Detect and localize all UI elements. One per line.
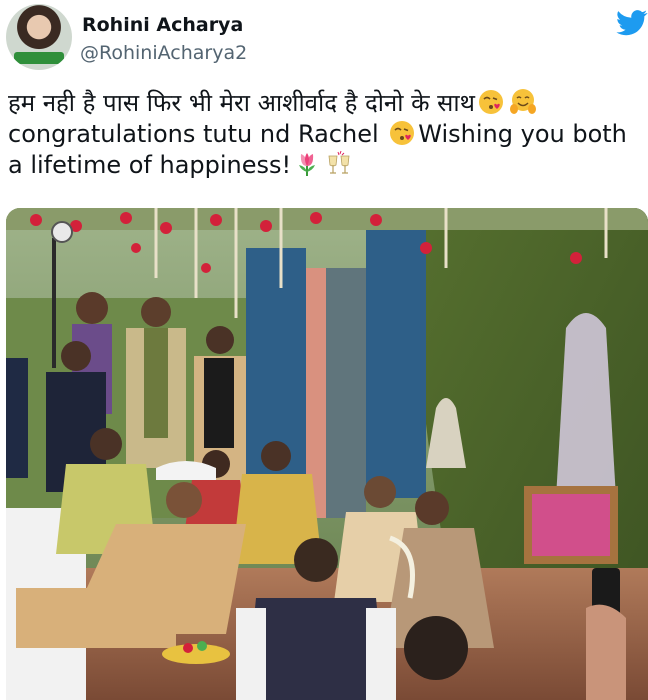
author-handle[interactable]: @RohiniAcharya2 (80, 42, 247, 64)
hugging-face-icon (509, 89, 536, 114)
tweet-card: Rohini Acharya @RohiniAcharya2 हम नही है… (0, 0, 648, 700)
wedding-photo-illustration (6, 208, 648, 700)
tweet-line-3: a lifetime of happiness! (8, 150, 644, 181)
tweet-text-hindi: हम नही है पास फिर भी मेरा आशीर्वाद है दो… (8, 89, 475, 117)
tweet-text-wishing: Wishing you both (418, 120, 627, 148)
tweet-text-happiness: a lifetime of happiness! (8, 151, 292, 179)
clinking-glasses-icon (328, 150, 350, 174)
tweet-text-congrats: congratulations tutu nd Rachel (8, 120, 387, 148)
tulip-icon (299, 153, 316, 176)
wedding-photo[interactable] (6, 208, 648, 700)
twitter-bird-icon[interactable] (616, 10, 648, 36)
face-blowing-kiss-icon (478, 90, 503, 114)
tweet-text: हम नही है पास फिर भी मेरा आशीर्वाद है दो… (8, 88, 644, 181)
tweet-line-2: congratulations tutu nd Rachel Wishing y… (8, 119, 644, 150)
author-avatar[interactable] (6, 4, 72, 70)
tweet-line-1: हम नही है पास फिर भी मेरा आशीर्वाद है दो… (8, 88, 644, 119)
face-blowing-kiss-icon (390, 121, 415, 145)
avatar-banner (14, 52, 64, 64)
author-name[interactable]: Rohini Acharya (82, 14, 243, 36)
